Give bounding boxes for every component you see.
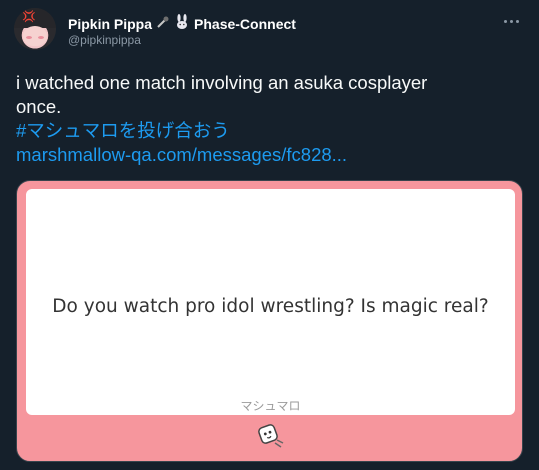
avatar-blush xyxy=(38,36,44,39)
tweet-text-line: i watched one match involving an asuka c… xyxy=(16,72,428,93)
card-question-panel: Do you watch pro idol wrestling? Is magi… xyxy=(26,189,515,415)
author-badge-text: Phase-Connect xyxy=(194,15,296,32)
rabbit-icon xyxy=(174,14,190,33)
card-question: Do you watch pro idol wrestling? Is magi… xyxy=(52,296,489,317)
hashtag-link[interactable]: #マシュマロを投げ合おう xyxy=(16,119,521,143)
author-handle[interactable]: @pipkinpippa xyxy=(68,33,141,47)
marshmallow-mascot-icon xyxy=(255,421,285,451)
link-preview-card[interactable]: Do you watch pro idol wrestling? Is magi… xyxy=(16,180,523,462)
author-name[interactable]: Pipkin Pippa xyxy=(68,16,152,32)
avatar[interactable]: 💢 xyxy=(14,8,56,50)
author-name-row[interactable]: Pipkin Pippa Phase-Connect xyxy=(68,14,296,33)
avatar-blush xyxy=(26,36,32,39)
external-link[interactable]: marshmallow-qa.com/messages/fc828... xyxy=(16,143,521,167)
card-brand-label: マシュマロ xyxy=(240,399,301,413)
avatar-lettering: 💢 xyxy=(22,11,37,23)
more-icon[interactable] xyxy=(501,13,521,29)
tweet-text-line: once. xyxy=(16,96,62,117)
microphone-icon xyxy=(156,15,170,32)
tweet-text: i watched one match involving an asuka c… xyxy=(16,71,521,167)
